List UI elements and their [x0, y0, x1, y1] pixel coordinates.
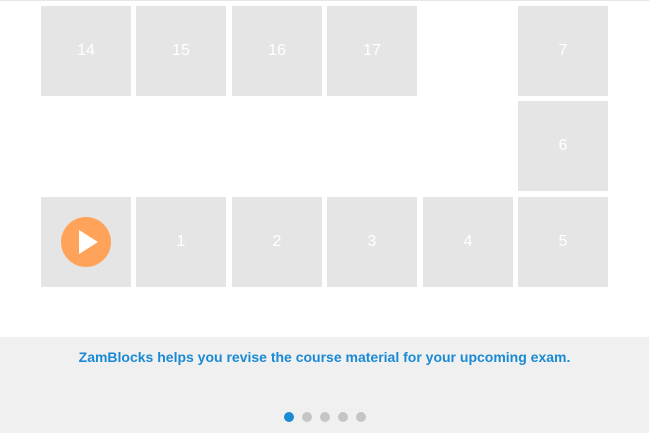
pager-dot-4[interactable] [337, 412, 348, 422]
play-icon [79, 230, 98, 254]
pager-dot-1[interactable] [283, 412, 294, 422]
board-tile-4: 4 [423, 197, 513, 287]
pager-dot-2[interactable] [301, 412, 312, 422]
board-tile-3: 3 [327, 197, 417, 287]
board-tile-2: 2 [232, 197, 322, 287]
pager-dot-5[interactable] [355, 412, 366, 422]
board-tile-1: 1 [136, 197, 226, 287]
pager-dot-3[interactable] [319, 412, 330, 422]
pager-dots [0, 412, 649, 422]
board-tile-14: 14 [41, 6, 131, 96]
footer-panel: ZamBlocks helps you revise the course ma… [0, 337, 649, 433]
board-tile-5: 5 [518, 197, 608, 287]
board-tile-7: 7 [518, 6, 608, 96]
board-tile-17: 17 [327, 6, 417, 96]
board-tile-start [41, 197, 131, 287]
tagline: ZamBlocks helps you revise the course ma… [78, 349, 571, 365]
game-board: 14 15 16 17 7 6 1 2 3 4 5 [0, 0, 649, 337]
board-tile-15: 15 [136, 6, 226, 96]
play-button[interactable] [61, 217, 111, 267]
board-tile-16: 16 [232, 6, 322, 96]
board-tile-6: 6 [518, 101, 608, 191]
